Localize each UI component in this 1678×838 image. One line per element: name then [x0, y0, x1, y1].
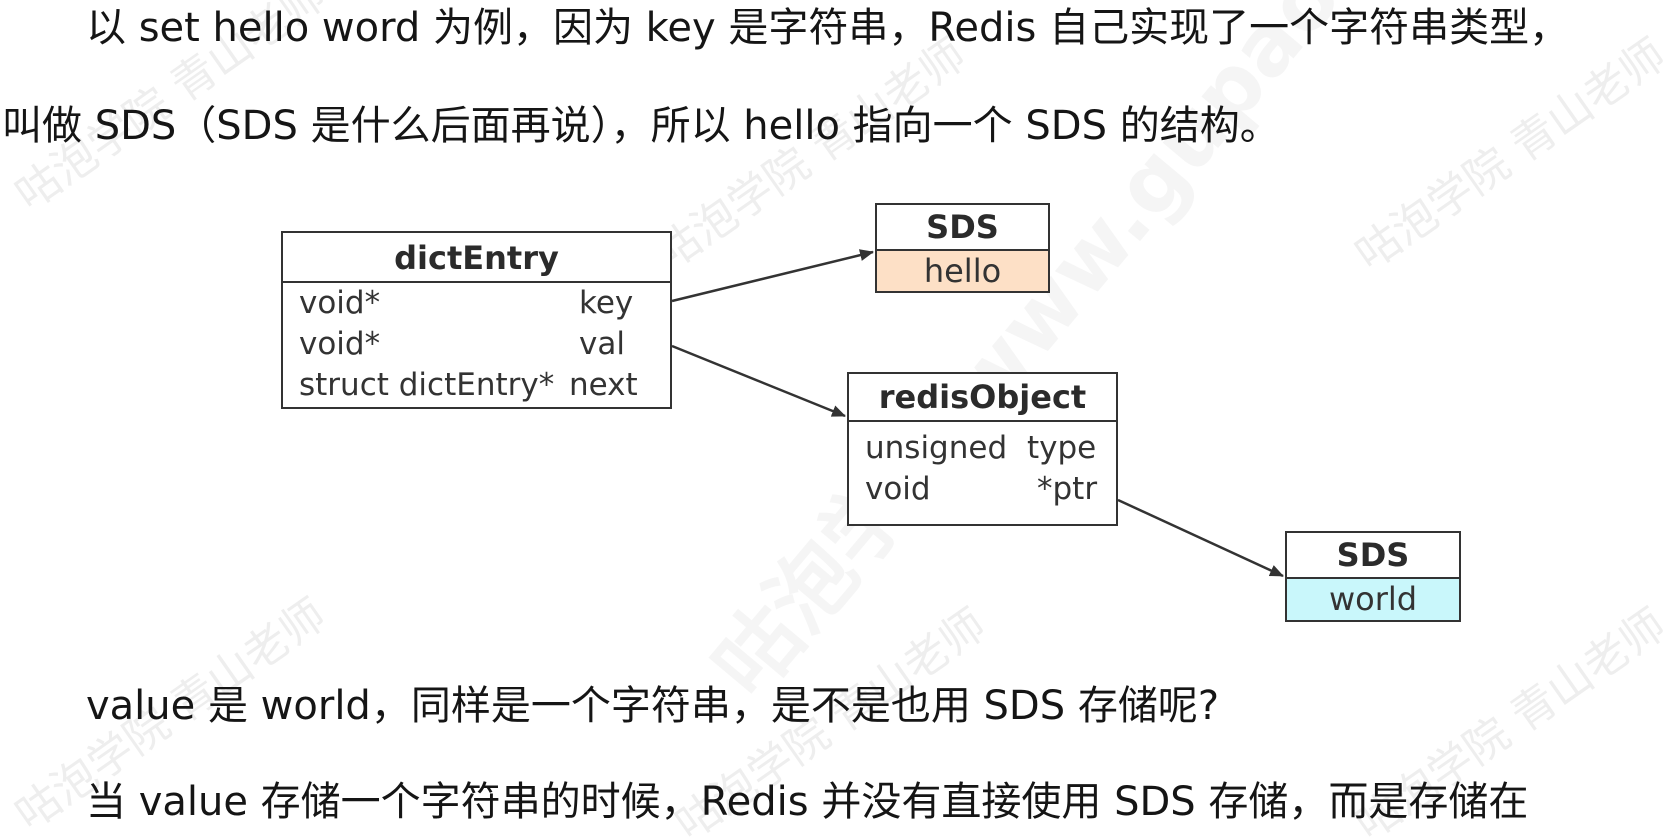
redisobject-title: redisObject: [849, 374, 1116, 422]
field-type: void*: [299, 326, 381, 362]
dictentry-title: dictEntry: [283, 233, 670, 283]
paragraph-3: value 是 world，同样是一个字符串，是不是也用 SDS 存储呢?: [86, 683, 1220, 729]
field-name: key: [579, 285, 634, 321]
sds-key-box: SDS hello: [875, 203, 1050, 293]
field-type: void: [865, 471, 931, 507]
dictentry-row-val: void* val: [283, 324, 670, 365]
field-name: next: [569, 367, 638, 403]
redisobject-box: redisObject unsigned type void *ptr: [847, 372, 1118, 526]
dictentry-row-next: struct dictEntry* next: [283, 365, 670, 406]
sds-value-value: world: [1287, 579, 1459, 620]
document-page: 咕泡学院 青山老师 咕泡学院 青山老师 咕泡学院 青山老师 咕泡学院 青山老师 …: [0, 0, 1678, 838]
dictentry-box: dictEntry void* key void* val struct dic…: [281, 231, 672, 409]
redisobject-row-ptr: void *ptr: [849, 469, 1116, 510]
field-name: type: [1027, 430, 1097, 466]
field-type: unsigned: [865, 430, 1008, 466]
arrow-val-to-redisobject: [671, 344, 846, 418]
field-name: *ptr: [1037, 471, 1098, 507]
field-type: void*: [299, 285, 381, 321]
sds-value-box: SDS world: [1285, 531, 1461, 622]
sds-key-title: SDS: [877, 205, 1048, 251]
arrow-key-to-sds: [671, 249, 874, 303]
paragraph-4: 当 value 存储一个字符串的时候，Redis 并没有直接使用 SDS 存储，…: [86, 779, 1529, 825]
redisobject-row-type: unsigned type: [849, 428, 1116, 469]
sds-value-title: SDS: [1287, 533, 1459, 579]
sds-key-value: hello: [877, 251, 1048, 291]
field-name: val: [579, 326, 625, 362]
dictentry-row-key: void* key: [283, 283, 670, 324]
field-type: struct dictEntry*: [299, 367, 555, 403]
arrow-ptr-to-sds: [1117, 498, 1284, 578]
